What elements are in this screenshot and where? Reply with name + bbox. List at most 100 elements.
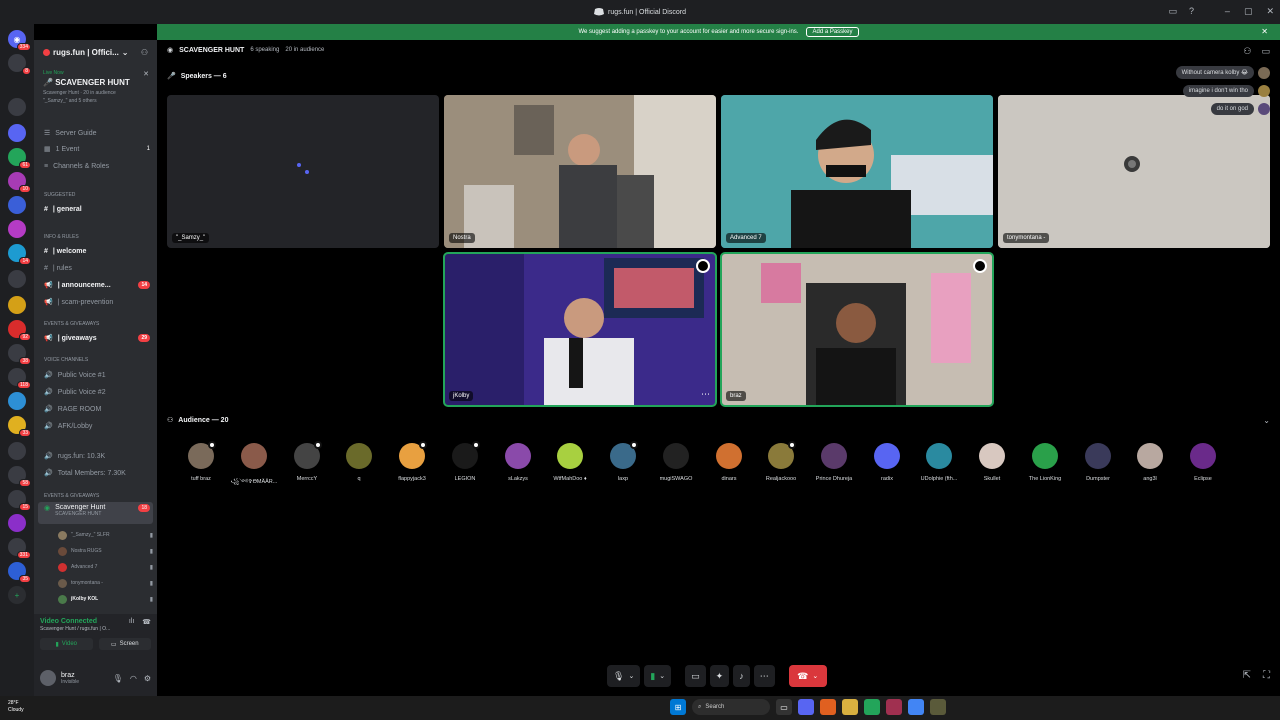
server-icon[interactable]: 33	[8, 416, 31, 437]
audience-member[interactable]: q	[333, 443, 385, 482]
disconnect-icon[interactable]: ☎	[142, 618, 151, 626]
server-icon[interactable]: 61	[8, 148, 31, 169]
chat-icon[interactable]: ▭	[1261, 46, 1270, 57]
server-icon[interactable]	[8, 220, 26, 238]
inbox-icon[interactable]: ▭	[1168, 6, 1177, 17]
server-icon[interactable]: 15	[8, 490, 31, 511]
category-info-rules[interactable]: INFO & RULES	[44, 234, 79, 240]
maximize-icon[interactable]: ▢	[1244, 6, 1253, 17]
speaker-tile-active[interactable]: braz	[720, 252, 994, 407]
audience-member[interactable]: flappyjack3	[386, 441, 438, 482]
voice-afk-lobby[interactable]: 🔊 AFK/Lobby	[38, 418, 153, 434]
nav-server-guide[interactable]: ☰ Server Guide	[38, 125, 153, 141]
audience-member[interactable]: sLakzys	[492, 443, 544, 482]
task-view-icon[interactable]: ▭	[776, 699, 792, 715]
audience-member[interactable]: Realjackooo	[755, 441, 807, 482]
members-icon[interactable]: ⚇	[1243, 46, 1251, 57]
speaker-tile-active[interactable]: jKolby ⋯	[443, 252, 717, 407]
server-icon[interactable]	[8, 442, 26, 460]
audience-member[interactable]: WtfMahDoo ♦	[544, 443, 596, 482]
popout-icon[interactable]: ⇱	[1243, 670, 1251, 681]
leave-call-button[interactable]: ☎ ⌄	[788, 665, 827, 687]
app-icon[interactable]	[820, 699, 836, 715]
video-button[interactable]: ▮ Video	[40, 638, 93, 650]
server-icon[interactable]	[8, 392, 26, 410]
voice-user[interactable]: Nostra RUGS ▮	[58, 545, 153, 557]
audience-member[interactable]: Eclipse	[1177, 443, 1229, 482]
dm-home-icon[interactable]: ◉ 334	[8, 30, 31, 51]
server-icon[interactable]	[8, 98, 26, 116]
screen-share-button[interactable]: ▭ Screen	[98, 638, 151, 650]
speaker-tile[interactable]: tonymontana -	[998, 95, 1270, 248]
voice-public-1[interactable]: 🔊 Public Voice #1	[38, 367, 153, 383]
audience-member[interactable]: Prince Dhureja	[808, 443, 860, 482]
voice-user[interactable]: "_Samzy_" SLFR ▮	[58, 529, 153, 541]
app-icon[interactable]	[798, 699, 814, 715]
audience-member[interactable]: radix	[861, 443, 913, 482]
audience-member[interactable]: Dumpster	[1072, 443, 1124, 482]
speaker-tile[interactable]: "_Samzy_"	[167, 95, 439, 248]
microphone-button[interactable]: 🎙 ⌄	[607, 665, 641, 687]
stage-channel-scavenger-hunt[interactable]: ◉ Scavenger Hunt SCAVENGER HUNT 18	[38, 502, 153, 524]
audience-member[interactable]: ang3l	[1124, 443, 1176, 482]
nav-events[interactable]: ▦ 1 Event 1	[38, 141, 153, 157]
speaker-tile[interactable]: Nostra	[444, 95, 716, 248]
server-icon[interactable]	[8, 514, 26, 532]
more-button[interactable]: ⋯	[753, 665, 775, 687]
server-icon[interactable]	[8, 124, 26, 142]
chrome-icon[interactable]	[908, 699, 924, 715]
server-icon[interactable]: 118	[8, 368, 31, 389]
app-icon[interactable]	[930, 699, 946, 715]
server-icon[interactable]: 331	[8, 538, 31, 559]
channel-rules[interactable]: # | rules	[38, 260, 153, 276]
voice-user[interactable]: tonymontana - ▮	[58, 577, 153, 589]
camera-button[interactable]: ▮ ⌄	[644, 665, 672, 687]
server-icon[interactable]: 35	[8, 562, 31, 583]
windows-start-icon[interactable]: ⊞	[670, 699, 686, 715]
invite-icon[interactable]: ⚇	[141, 48, 148, 57]
voice-channel-path[interactable]: Scavenger Hunt / rugs.fun | O...	[40, 626, 151, 632]
channel-announcements[interactable]: 📢 | announceme... 14	[38, 277, 153, 293]
channel-welcome[interactable]: # | welcome	[38, 243, 153, 259]
channel-giveaways[interactable]: 📢 | giveaways 29	[38, 330, 153, 346]
server-icon[interactable]: 8	[8, 54, 31, 75]
avatar[interactable]	[40, 670, 56, 686]
voice-user[interactable]: jKolby KOL ▮	[58, 593, 153, 605]
server-icon[interactable]: 58	[8, 466, 31, 487]
activities-button[interactable]: ✦	[709, 665, 730, 687]
audience-member[interactable]: Skullet	[966, 443, 1018, 482]
category-events[interactable]: EVENTS & GIVEAWAYS	[44, 321, 99, 327]
server-icon[interactable]: 10	[8, 172, 31, 193]
taskbar-search[interactable]: ⌕ Search	[692, 699, 770, 715]
nav-channels-roles[interactable]: ≡ Channels & Roles	[38, 158, 153, 174]
mute-icon[interactable]: 🎙	[113, 674, 123, 683]
weather-widget[interactable]: 28°F Cloudy	[8, 700, 24, 714]
stat-members[interactable]: 🔊 Total Members: 7.30K	[38, 465, 153, 481]
live-stage-card[interactable]: Live Now 🎤 SCAVENGER HUNT Scavenger Hunt…	[38, 66, 153, 116]
audience-member[interactable]: tuff braz	[175, 441, 227, 482]
audience-member[interactable]: The LionKing	[1019, 443, 1071, 482]
app-icon[interactable]	[886, 699, 902, 715]
stat-rugs[interactable]: 🔊 rugs.fun: 10.3K	[38, 448, 153, 464]
server-icon[interactable]	[8, 270, 26, 288]
more-options-icon[interactable]: ⋯	[701, 389, 710, 400]
minimize-icon[interactable]: –	[1225, 6, 1230, 17]
app-icon[interactable]	[864, 699, 880, 715]
server-icon[interactable]: 14	[8, 244, 31, 265]
help-icon[interactable]: ?	[1189, 6, 1194, 17]
audience-member[interactable]: ꧁༺✞ϴMÄÄR...	[228, 443, 280, 491]
add-server-icon[interactable]: +	[8, 586, 26, 604]
channel-scam-prevention[interactable]: 📢 | scam-prevention	[38, 294, 153, 310]
audience-member[interactable]: LEGION	[439, 441, 491, 482]
category-voice[interactable]: VOICE CHANNELS	[44, 357, 88, 363]
noise-suppression-icon[interactable]: ılı	[129, 618, 134, 626]
audience-member[interactable]: laxp	[597, 441, 649, 482]
voice-public-2[interactable]: 🔊 Public Voice #2	[38, 384, 153, 400]
collapse-chevron-icon[interactable]: ⌄	[1263, 416, 1270, 425]
audience-member[interactable]: mugiSWAGO	[650, 443, 702, 482]
audience-member[interactable]: dinars	[703, 443, 755, 482]
settings-gear-icon[interactable]: ⚙	[144, 674, 151, 683]
audience-member[interactable]: UDolphie (fth...	[913, 443, 965, 482]
server-icon[interactable]: 38	[8, 344, 31, 365]
headphones-icon[interactable]: ◠	[130, 674, 137, 683]
